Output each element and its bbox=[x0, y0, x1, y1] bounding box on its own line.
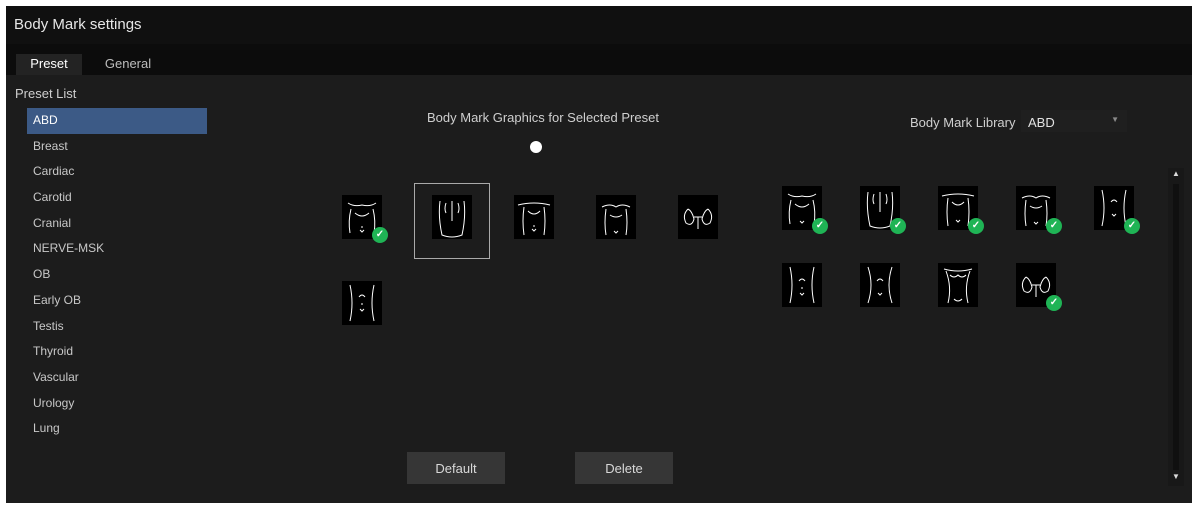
preset-item-nerve-msk[interactable]: NERVE-MSK bbox=[27, 236, 207, 262]
selected-graphic-chest[interactable] bbox=[514, 195, 554, 239]
abdomen-left-icon bbox=[789, 266, 815, 304]
default-button[interactable]: Default bbox=[407, 452, 505, 484]
chevron-down-icon: ▼ bbox=[1111, 115, 1119, 124]
library-label: Body Mark Library bbox=[910, 115, 1016, 130]
library-graphic-back[interactable]: ✓ bbox=[860, 186, 906, 234]
library-dropdown-value: ABD bbox=[1028, 115, 1055, 130]
added-check-icon: ✓ bbox=[890, 218, 906, 234]
preset-list: ABD Breast Cardiac Carotid Cranial NERVE… bbox=[27, 108, 207, 442]
preset-item-ob[interactable]: OB bbox=[27, 262, 207, 288]
page-indicator-dot bbox=[530, 141, 542, 153]
preset-item-breast[interactable]: Breast bbox=[27, 134, 207, 160]
selected-graphics-title: Body Mark Graphics for Selected Preset bbox=[427, 110, 659, 125]
tab-general[interactable]: General bbox=[82, 54, 174, 75]
preset-item-urology[interactable]: Urology bbox=[27, 391, 207, 417]
abdomen-side-icon bbox=[349, 284, 375, 322]
selected-graphic-abdomen-upper[interactable]: ✓ bbox=[342, 195, 388, 243]
chest-upper-icon bbox=[601, 204, 631, 236]
torso-icon bbox=[943, 268, 973, 304]
tab-bar: Preset General bbox=[6, 44, 1192, 75]
library-scrollbar[interactable]: ▲ ▼ bbox=[1168, 168, 1184, 486]
scroll-track[interactable] bbox=[1173, 184, 1179, 470]
library-graphic-torso[interactable] bbox=[938, 263, 978, 307]
preset-item-carotid[interactable]: Carotid bbox=[27, 185, 207, 211]
scroll-up-arrow-icon[interactable]: ▲ bbox=[1172, 169, 1180, 178]
preset-panel: Preset List ABD Breast Cardiac Carotid C… bbox=[6, 75, 1192, 503]
library-graphic-chest[interactable]: ✓ bbox=[938, 186, 984, 234]
body-mark-settings-window: Body Mark settings Preset General Preset… bbox=[6, 6, 1192, 503]
window-title: Body Mark settings bbox=[6, 6, 1192, 44]
library-graphic-abdomen-upper[interactable]: ✓ bbox=[782, 186, 828, 234]
preset-item-lung[interactable]: Lung bbox=[27, 416, 207, 442]
preset-item-vascular[interactable]: Vascular bbox=[27, 365, 207, 391]
preset-item-thyroid[interactable]: Thyroid bbox=[27, 339, 207, 365]
preset-item-early-ob[interactable]: Early OB bbox=[27, 288, 207, 314]
library-dropdown[interactable]: ABD ▼ bbox=[1021, 110, 1127, 132]
selected-graphic-back[interactable] bbox=[432, 195, 472, 239]
added-check-icon: ✓ bbox=[1046, 295, 1062, 311]
selected-graphic-kidneys[interactable] bbox=[678, 195, 718, 239]
added-check-icon: ✓ bbox=[1046, 218, 1062, 234]
delete-button[interactable]: Delete bbox=[575, 452, 673, 484]
added-check-icon: ✓ bbox=[1124, 218, 1140, 234]
preset-item-cranial[interactable]: Cranial bbox=[27, 211, 207, 237]
scroll-down-arrow-icon[interactable]: ▼ bbox=[1172, 472, 1180, 481]
selected-graphic-chest-upper[interactable] bbox=[596, 195, 636, 239]
chest-icon bbox=[517, 202, 551, 236]
library-graphic-kidneys[interactable]: ✓ bbox=[1016, 263, 1062, 311]
kidneys-icon bbox=[683, 208, 713, 229]
back-icon bbox=[438, 200, 466, 238]
selected-graphic-abdomen-side[interactable] bbox=[342, 281, 382, 325]
added-check-icon: ✓ bbox=[812, 218, 828, 234]
preset-item-testis[interactable]: Testis bbox=[27, 314, 207, 340]
default-check-icon: ✓ bbox=[372, 227, 388, 243]
tab-preset[interactable]: Preset bbox=[16, 54, 82, 75]
library-graphic-abdomen-right[interactable] bbox=[860, 263, 900, 307]
added-check-icon: ✓ bbox=[968, 218, 984, 234]
library-graphic-abdomen-left[interactable] bbox=[782, 263, 822, 307]
abdomen-right-icon bbox=[867, 266, 893, 304]
preset-item-cardiac[interactable]: Cardiac bbox=[27, 159, 207, 185]
preset-item-abd[interactable]: ABD bbox=[27, 108, 207, 134]
library-graphic-abdomen-side[interactable]: ✓ bbox=[1094, 186, 1140, 234]
library-graphic-chest-upper[interactable]: ✓ bbox=[1016, 186, 1062, 234]
preset-list-title: Preset List bbox=[15, 86, 77, 101]
